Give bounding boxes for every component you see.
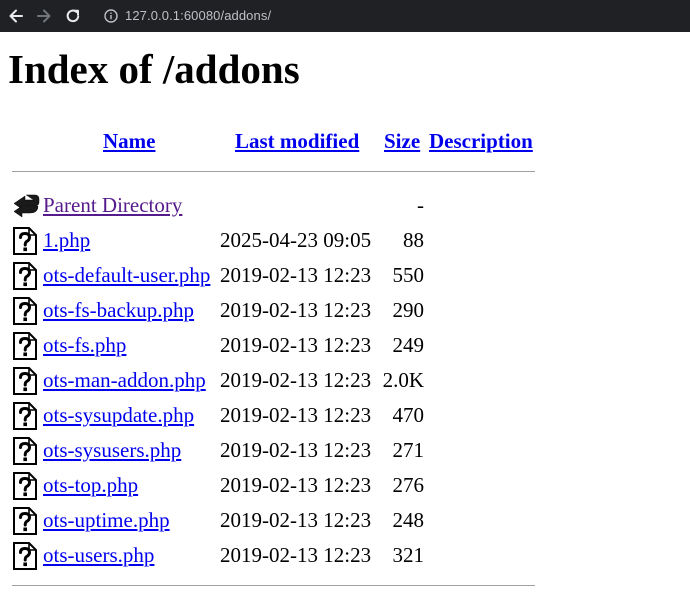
file-size: 321 (392, 543, 425, 567)
file-row: ots-sysusers.php 2019-02-13 12:23 271 (0, 433, 690, 467)
unknown-file-icon (12, 297, 38, 325)
unknown-file-icon (12, 402, 38, 430)
browser-toolbar: 127.0.0.1:60080/addons/ (0, 0, 690, 32)
file-size: 249 (392, 333, 425, 357)
file-row: ots-fs.php 2019-02-13 12:23 249 (0, 328, 690, 362)
unknown-file-icon (12, 367, 38, 395)
unknown-file-icon (12, 472, 38, 500)
forward-button[interactable] (34, 6, 54, 26)
file-size: 290 (392, 298, 425, 322)
parent-directory-row: Parent Directory - (0, 188, 690, 222)
file-link[interactable]: ots-top.php (43, 472, 138, 498)
file-link[interactable]: ots-default-user.php (43, 262, 210, 288)
back-button[interactable] (6, 6, 26, 26)
parent-directory-link[interactable]: Parent Directory (43, 192, 182, 218)
arrow-left-icon (9, 9, 23, 23)
sort-by-size-link[interactable]: Size (384, 129, 420, 153)
header-divider (12, 171, 535, 172)
arrow-right-icon (37, 9, 51, 23)
unknown-file-icon (12, 332, 38, 360)
sort-by-name-link[interactable]: Name (103, 129, 155, 153)
file-last-modified: 2019-02-13 12:23 (220, 263, 372, 287)
parent-directory-size: - (417, 193, 424, 217)
file-size: 271 (392, 438, 425, 462)
file-row: 1.php 2025-04-23 09:05 88 (0, 223, 690, 257)
reload-icon (66, 9, 80, 23)
file-link[interactable]: ots-sysupdate.php (43, 402, 194, 428)
file-size: 248 (392, 508, 425, 532)
file-link[interactable]: ots-man-addon.php (43, 367, 206, 393)
page-title: Index of /addons (8, 46, 300, 92)
file-row: ots-users.php 2019-02-13 12:23 321 (0, 538, 690, 572)
footer-divider (12, 585, 535, 586)
file-last-modified: 2019-02-13 12:23 (220, 473, 372, 497)
file-link[interactable]: ots-sysusers.php (43, 437, 181, 463)
reload-button[interactable] (63, 6, 83, 26)
file-row: ots-default-user.php 2019-02-13 12:23 550 (0, 258, 690, 292)
file-last-modified: 2019-02-13 12:23 (220, 298, 372, 322)
file-last-modified: 2019-02-13 12:23 (220, 333, 372, 357)
file-last-modified: 2019-02-13 12:23 (220, 438, 372, 462)
file-last-modified: 2025-04-23 09:05 (220, 228, 372, 252)
unknown-file-icon (12, 542, 38, 570)
file-row: ots-sysupdate.php 2019-02-13 12:23 470 (0, 398, 690, 432)
file-size: 276 (392, 473, 425, 497)
file-last-modified: 2019-02-13 12:23 (220, 368, 372, 392)
file-link[interactable]: ots-fs-backup.php (43, 297, 194, 323)
sort-by-description-link[interactable]: Description (429, 129, 533, 153)
site-info-icon[interactable] (104, 9, 118, 23)
file-link[interactable]: ots-uptime.php (43, 507, 170, 533)
file-last-modified: 2019-02-13 12:23 (220, 403, 372, 427)
sort-by-last-modified-link[interactable]: Last modified (235, 129, 359, 153)
file-last-modified: 2019-02-13 12:23 (220, 543, 372, 567)
file-link[interactable]: 1.php (43, 227, 90, 253)
file-link[interactable]: ots-fs.php (43, 332, 126, 358)
address-bar[interactable]: 127.0.0.1:60080/addons/ (125, 8, 271, 23)
file-size: 550 (392, 263, 425, 287)
file-link[interactable]: ots-users.php (43, 542, 154, 568)
file-size: 2.0K (382, 368, 424, 392)
unknown-file-icon (12, 437, 38, 465)
unknown-file-icon (12, 507, 38, 535)
file-row: ots-top.php 2019-02-13 12:23 276 (0, 468, 690, 502)
back-arrow-icon (12, 192, 40, 220)
file-size: 88 (403, 228, 424, 252)
file-row: ots-fs-backup.php 2019-02-13 12:23 290 (0, 293, 690, 327)
unknown-file-icon (12, 262, 38, 290)
file-last-modified: 2019-02-13 12:23 (220, 508, 372, 532)
file-row: ots-man-addon.php 2019-02-13 12:23 2.0K (0, 363, 690, 397)
file-size: 470 (392, 403, 425, 427)
unknown-file-icon (12, 227, 38, 255)
file-row: ots-uptime.php 2019-02-13 12:23 248 (0, 503, 690, 537)
